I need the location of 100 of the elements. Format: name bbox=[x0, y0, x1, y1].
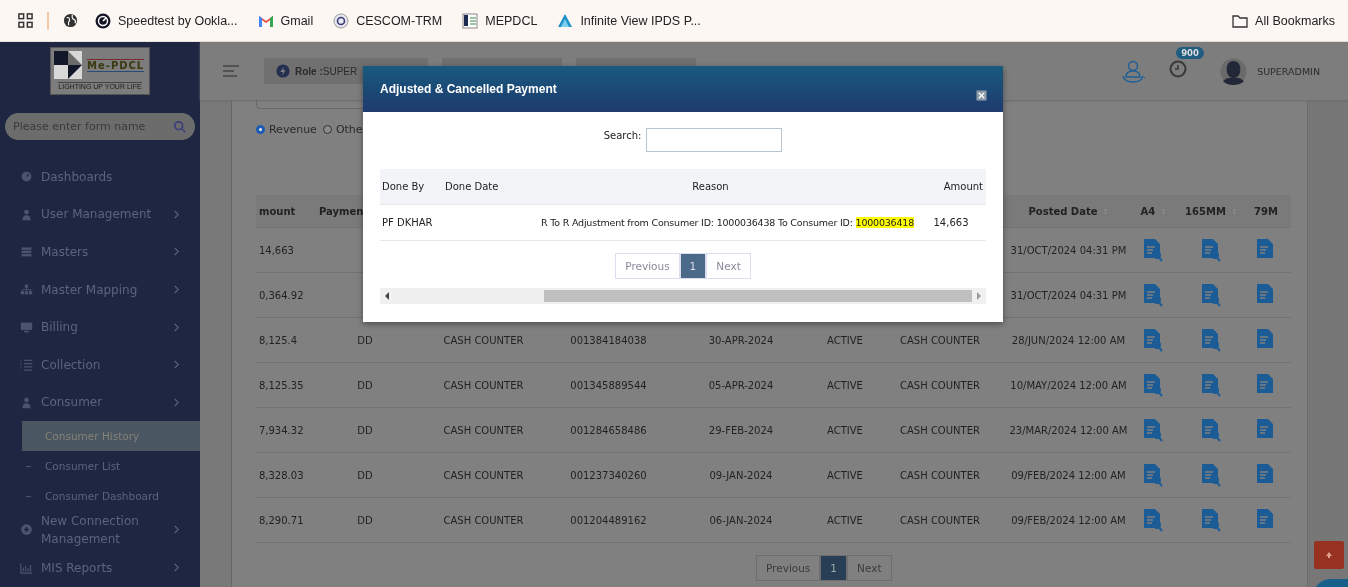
table-cell: 06-JAN-2024 bbox=[709, 514, 773, 526]
user-icon bbox=[20, 395, 33, 409]
table-cell: 14,663 bbox=[933, 217, 969, 228]
sidebar-item[interactable]: Master Mapping bbox=[0, 270, 200, 309]
radio-option[interactable]: Othe bbox=[322, 123, 363, 136]
radio-button[interactable] bbox=[322, 125, 332, 134]
column-header[interactable]: Paymen bbox=[318, 205, 364, 217]
submenu-item[interactable]: Consumer List bbox=[22, 451, 200, 482]
document-search-icon[interactable] bbox=[1143, 238, 1164, 262]
table-cell: 30-APR-2024 bbox=[708, 334, 774, 346]
document-search-icon[interactable] bbox=[1200, 508, 1221, 532]
document-search-icon[interactable] bbox=[1200, 283, 1221, 307]
dialog-title: Adjusted & Cancelled Payment bbox=[380, 82, 557, 96]
scroll-right-icon[interactable] bbox=[976, 292, 982, 300]
gauge-icon bbox=[20, 170, 33, 184]
lightning-icon bbox=[276, 64, 290, 78]
radio-option[interactable]: Revenue bbox=[255, 123, 317, 136]
bookmark[interactable]: Gmail bbox=[254, 12, 317, 29]
table-cell: 0,364.92 bbox=[258, 289, 304, 301]
sidebar-item[interactable]: New Connection Management bbox=[0, 511, 200, 549]
document-search-icon[interactable] bbox=[1143, 418, 1164, 442]
apps-grid-icon[interactable] bbox=[18, 13, 33, 28]
globe-icon[interactable] bbox=[63, 13, 78, 28]
scroll-left-icon[interactable] bbox=[384, 292, 390, 300]
sidebar-item[interactable]: MIS Reports bbox=[0, 548, 200, 587]
chevron-icon bbox=[173, 322, 180, 332]
chevron-icon bbox=[173, 360, 180, 370]
document-search-icon[interactable] bbox=[1143, 463, 1164, 487]
document-search-icon[interactable] bbox=[1200, 463, 1221, 487]
column-header[interactable]: A4 bbox=[1140, 205, 1156, 217]
column-header[interactable]: 165MM bbox=[1185, 205, 1226, 217]
document-search-icon[interactable] bbox=[1143, 373, 1164, 397]
table-cell: CASH COUNTER bbox=[900, 469, 980, 481]
user-switch-icon[interactable] bbox=[1120, 58, 1147, 84]
table-cell: CASH COUNTER bbox=[900, 424, 980, 436]
submenu-item[interactable]: Consumer Dashboard bbox=[22, 481, 200, 512]
column-header[interactable]: Done Date bbox=[445, 181, 499, 192]
menu-icon[interactable] bbox=[222, 64, 240, 78]
table-cell: 001237340260 bbox=[570, 469, 647, 481]
bookmark[interactable]: Speedtest by Ookla... bbox=[92, 12, 241, 29]
chevron-icon bbox=[173, 285, 180, 295]
pagination-button[interactable]: Next bbox=[706, 253, 751, 279]
pagination-button[interactable]: 1 bbox=[679, 253, 707, 279]
table-cell: 05-APR-2024 bbox=[708, 379, 774, 391]
bookmark[interactable]: CESCOM-TRM bbox=[330, 12, 446, 29]
pagination-button[interactable]: Previous bbox=[615, 253, 680, 279]
search-label: Search: bbox=[603, 130, 642, 143]
table-cell: 001284658486 bbox=[570, 424, 647, 436]
sitemap-icon bbox=[20, 283, 33, 297]
column-header[interactable]: Amount bbox=[943, 181, 983, 192]
table-cell: 28/JUN/2024 12:00 AM bbox=[1011, 334, 1126, 346]
scrollbar-thumb[interactable] bbox=[544, 290, 972, 302]
chevron-icon bbox=[173, 397, 180, 407]
sidebar-item[interactable]: Masters bbox=[0, 233, 200, 271]
sidebar-item[interactable]: Billing bbox=[0, 308, 200, 346]
logo-mark-icon bbox=[53, 49, 83, 81]
search-field[interactable] bbox=[646, 128, 783, 152]
sidebar-item[interactable]: Dashboards bbox=[0, 158, 200, 196]
bookmark[interactable]: MEPDCL bbox=[459, 12, 541, 29]
document-search-icon[interactable] bbox=[1200, 238, 1221, 262]
table-cell: 29-FEB-2024 bbox=[708, 424, 774, 436]
pagination-button[interactable]: 1 bbox=[820, 555, 848, 581]
document-search-icon[interactable] bbox=[1200, 328, 1221, 352]
document-search-icon[interactable] bbox=[1143, 328, 1164, 352]
table-cell: 09-JAN-2024 bbox=[709, 469, 773, 481]
sidebar-item[interactable]: User Management bbox=[0, 195, 200, 234]
search-icon[interactable] bbox=[173, 120, 187, 134]
document-search-icon[interactable] bbox=[1143, 508, 1164, 532]
document-search-icon[interactable] bbox=[1200, 373, 1221, 397]
pagination-button[interactable]: Next bbox=[847, 555, 892, 581]
horizontal-scrollbar[interactable] bbox=[380, 288, 986, 304]
document-search-icon[interactable] bbox=[1143, 283, 1164, 307]
table-cell: DD bbox=[357, 334, 373, 346]
scroll-to-top-button[interactable] bbox=[1314, 541, 1344, 569]
table-cell: DD bbox=[357, 514, 373, 526]
radio-button[interactable] bbox=[255, 125, 265, 134]
table-cell: 001204489162 bbox=[570, 514, 647, 526]
sidebar-item[interactable]: Consumer bbox=[0, 383, 200, 422]
avatar-icon[interactable] bbox=[1220, 57, 1248, 85]
logo-icon bbox=[462, 12, 479, 29]
pagination-button[interactable]: Previous bbox=[755, 555, 821, 581]
clock-icon[interactable] bbox=[1168, 59, 1189, 79]
close-icon[interactable] bbox=[976, 89, 987, 101]
chevron-icon bbox=[173, 525, 180, 535]
column-header[interactable]: Reason bbox=[692, 181, 729, 192]
table-cell: ACTIVE bbox=[827, 514, 863, 526]
table-cell: 23/MAR/2024 12:00 AM bbox=[1009, 424, 1128, 436]
table-cell: PF DKHAR bbox=[382, 217, 433, 228]
bookmark[interactable]: Infinite View IPDS P... bbox=[554, 12, 704, 29]
column-header[interactable]: 79M bbox=[1254, 205, 1278, 217]
sidebar-item[interactable]: Collection bbox=[0, 345, 200, 384]
logo-name: Me-PDCL bbox=[87, 58, 145, 72]
column-header[interactable]: Posted Date bbox=[1028, 205, 1098, 217]
column-header[interactable]: Done By bbox=[382, 181, 425, 192]
all-bookmarks-button[interactable]: All Bookmarks bbox=[1229, 12, 1338, 29]
table-cell: 001384184038 bbox=[570, 334, 647, 346]
user-name: SUPERADMIN bbox=[1257, 65, 1320, 77]
table-cell: CASH COUNTER bbox=[443, 514, 524, 526]
document-search-icon[interactable] bbox=[1200, 418, 1221, 442]
column-header[interactable]: mount bbox=[258, 205, 296, 217]
